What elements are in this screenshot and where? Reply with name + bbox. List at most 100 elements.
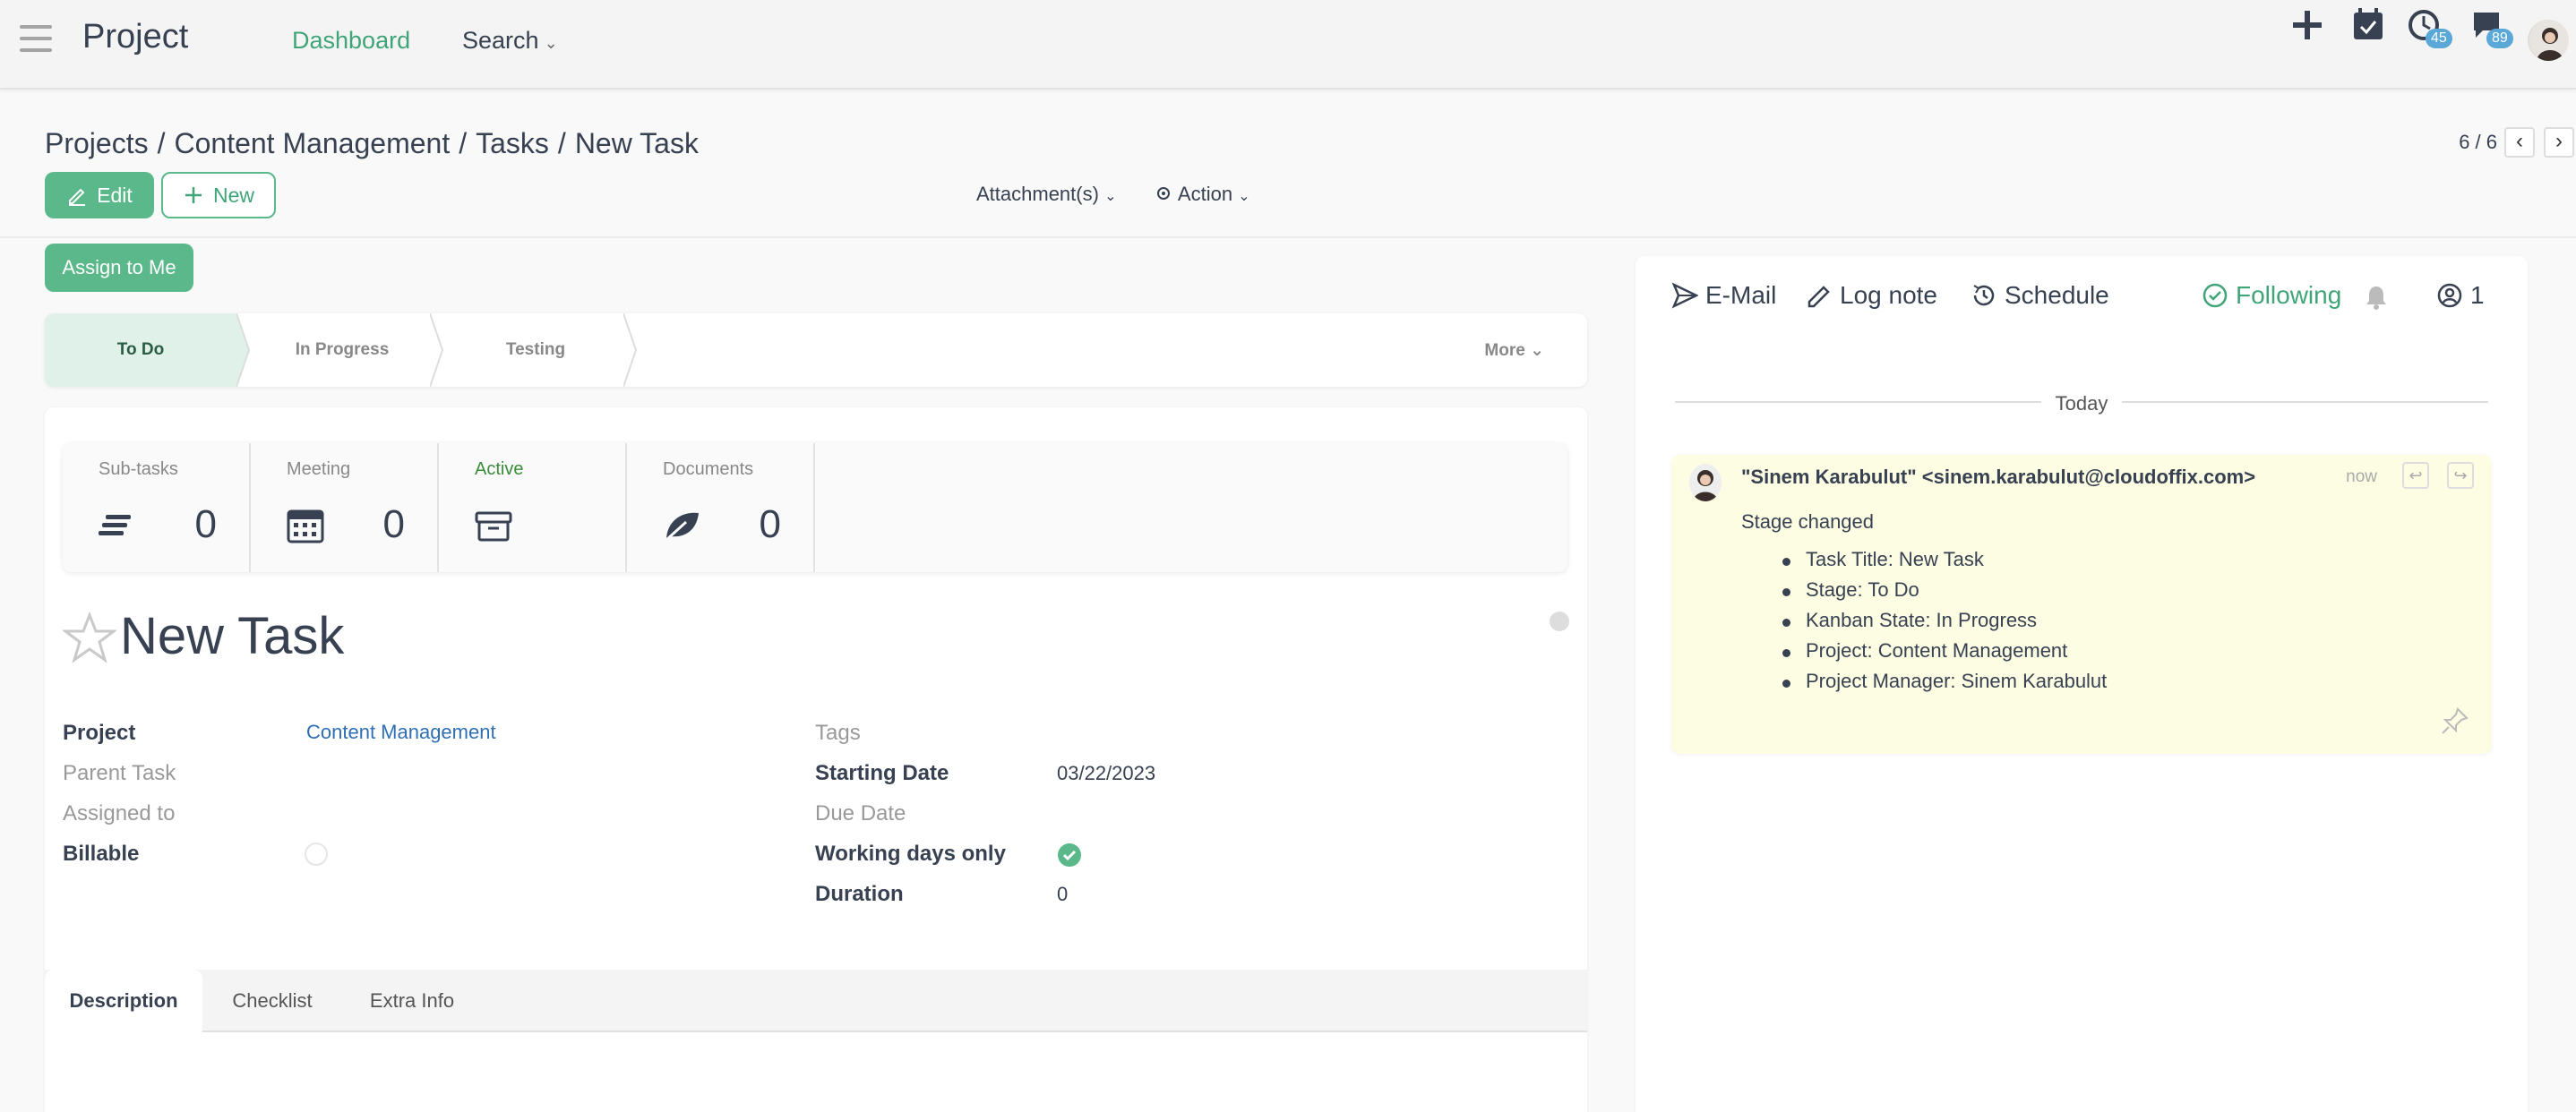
stage-to-do[interactable]: To Do [45, 313, 236, 387]
star-icon[interactable] [63, 612, 116, 665]
list-item: Kanban State: In Progress [1782, 609, 2107, 639]
user-avatar[interactable] [2528, 20, 2569, 61]
billable-label: Billable [63, 842, 140, 866]
bell-icon[interactable] [2363, 283, 2390, 310]
stage-statusbar: To Do In Progress Testing More ⌄ [45, 313, 1587, 387]
send-icon [1671, 282, 1698, 309]
notebook-tabs: Description Checklist Extra Info [45, 970, 1587, 1032]
app-title: Project [82, 18, 189, 56]
list-item: Project Manager: Sinem Karabulut [1782, 670, 2107, 700]
meeting-count: 0 [382, 502, 405, 546]
pin-icon[interactable] [2440, 706, 2470, 736]
follower-count: 1 [2470, 281, 2485, 309]
pager-value[interactable]: 6 / 6 [2459, 131, 2497, 154]
tracking-list: Task Title: New Task Stage: To Do Kanban… [1782, 548, 2107, 700]
pencil-icon [1807, 286, 1830, 308]
menu-icon[interactable] [20, 25, 52, 52]
chevron-down-icon: ⌄ [544, 34, 558, 52]
archive-icon [475, 511, 512, 542]
following-label: Following [2236, 281, 2342, 309]
schedule-button[interactable]: Schedule [1971, 281, 2109, 310]
message-author: "Sinem Karabulut" <sinem.karabulut@cloud… [1741, 466, 2256, 488]
list-icon [99, 515, 131, 535]
nav-dashboard[interactable]: Dashboard [292, 27, 410, 55]
tags-label: Tags [815, 721, 861, 745]
tab-checklist[interactable]: Checklist [202, 970, 342, 1032]
documents-smart-button[interactable]: Documents 0 [627, 443, 815, 572]
duration-label: Duration [815, 882, 904, 906]
meeting-smart-button[interactable]: Meeting 0 [251, 443, 439, 572]
nav-search-menu[interactable]: Search ⌄ [462, 27, 558, 55]
form-sheet: Sub-tasks 0 Meeting 0 Active Documents 0… [45, 407, 1587, 1112]
forward-icon[interactable]: ↪ [2447, 462, 2474, 489]
kanban-state-dot[interactable] [1550, 612, 1569, 631]
breadcrumb-projects[interactable]: Projects [45, 127, 149, 159]
tab-extra-info[interactable]: Extra Info [342, 970, 482, 1032]
message-body: Stage changed [1741, 510, 1875, 533]
active-label: Active [475, 459, 524, 479]
leaf-icon [665, 512, 699, 542]
attachments-dropdown[interactable]: Attachment(s) ⌄ [976, 183, 1116, 206]
edit-label: Edit [97, 183, 133, 207]
following-button[interactable]: Following [2202, 281, 2341, 310]
stage-arrow [430, 313, 444, 387]
more-label: More [1484, 341, 1525, 360]
starting-date-value[interactable]: 03/22/2023 [1057, 762, 1155, 785]
pencil-icon [69, 188, 86, 206]
breadcrumb: Projects / Content Management / Tasks / New Ta… [45, 127, 699, 159]
chevron-down-icon: ⌄ [1104, 189, 1117, 204]
chatter-panel: E-Mail Log note Schedule Following 1 Tod… [1636, 256, 2528, 1112]
message-author-avatar[interactable] [1689, 464, 1722, 501]
email-button[interactable]: E-Mail [1671, 281, 1776, 310]
tab-description[interactable]: Description [45, 970, 202, 1032]
assign-to-me-button[interactable]: Assign to Me [45, 244, 193, 292]
edit-button[interactable]: Edit [45, 172, 154, 218]
new-button[interactable]: New [161, 172, 276, 218]
email-label: E-Mail [1705, 281, 1777, 309]
stage-testing[interactable]: Testing [448, 313, 623, 387]
breadcrumb-content-management[interactable]: Content Management [174, 127, 450, 159]
subtasks-count: 0 [194, 502, 217, 546]
due-date-label: Due Date [815, 801, 906, 825]
stage-more-dropdown[interactable]: More ⌄ [1484, 340, 1544, 361]
pager-previous-button[interactable]: ‹ [2504, 127, 2535, 158]
top-navbar: Project Dashboard Search ⌄ 45 89 [0, 0, 2576, 90]
attachments-label: Attachment(s) [976, 183, 1099, 205]
duration-value[interactable]: 0 [1057, 883, 1068, 906]
new-label: New [212, 183, 254, 207]
parent-task-label: Parent Task [63, 761, 176, 785]
plus-icon[interactable] [2288, 5, 2327, 45]
stage-in-progress[interactable]: In Progress [254, 313, 430, 387]
schedule-label: Schedule [2005, 281, 2109, 309]
list-item: Project: Content Management [1782, 639, 2107, 670]
calendar-check-icon[interactable] [2348, 5, 2388, 45]
action-label: Action [1177, 183, 1233, 205]
breadcrumb-tasks[interactable]: Tasks [476, 127, 549, 159]
gear-icon [1157, 187, 1170, 200]
stage-arrow [236, 313, 251, 387]
log-note-button[interactable]: Log note [1806, 281, 1937, 310]
billable-checkbox[interactable] [305, 843, 328, 866]
nav-search-label: Search [462, 27, 539, 54]
pager-next-button[interactable]: › [2544, 127, 2574, 158]
action-dropdown[interactable]: Action ⌄ [1154, 183, 1250, 206]
user-circle-icon [2437, 283, 2462, 308]
subtasks-label: Sub-tasks [99, 459, 178, 479]
project-value-link[interactable]: Content Management [306, 721, 496, 744]
reply-icon[interactable]: ↩ [2402, 462, 2429, 489]
calendar-icon [287, 509, 324, 543]
chatter-message: "Sinem Karabulut" <sinem.karabulut@cloud… [1671, 455, 2492, 754]
smart-button-box: Sub-tasks 0 Meeting 0 Active Documents 0 [63, 443, 1567, 572]
subtasks-smart-button[interactable]: Sub-tasks 0 [63, 443, 251, 572]
followers-button[interactable]: 1 [2436, 281, 2485, 310]
plus-icon [185, 187, 202, 203]
starting-date-label: Starting Date [815, 761, 949, 785]
active-smart-button[interactable]: Active [439, 443, 627, 572]
breadcrumb-current: New Task [574, 127, 699, 159]
activity-count-badge: 45 [2426, 29, 2452, 48]
log-note-label: Log note [1840, 281, 1937, 309]
documents-count: 0 [759, 502, 781, 546]
list-item: Stage: To Do [1782, 578, 2107, 609]
working-days-checkbox[interactable] [1057, 843, 1082, 868]
message-time: now [2346, 467, 2377, 486]
